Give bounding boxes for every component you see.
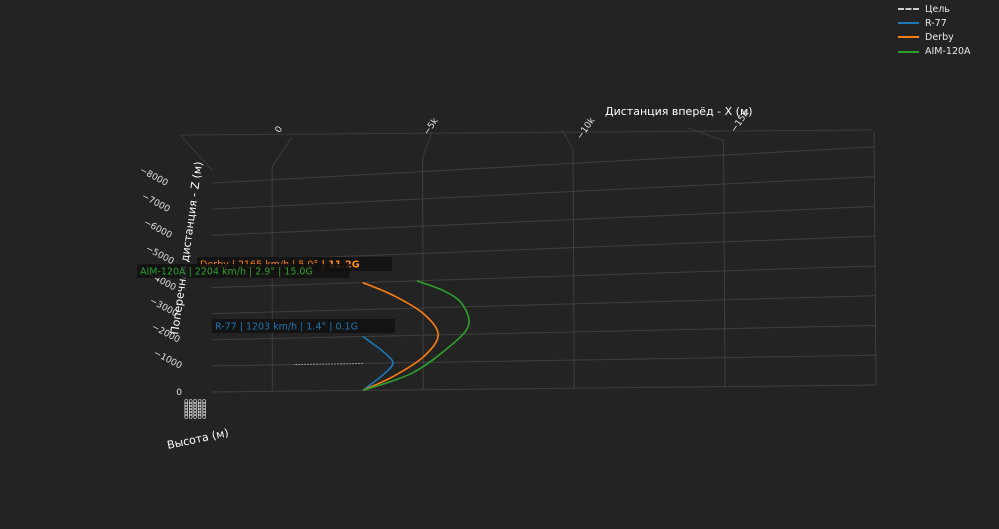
y-tick-label: 0: [176, 388, 182, 398]
grid-line-depth: [271, 136, 293, 167]
grid-line-x: [723, 140, 726, 387]
grid-line-depth: [687, 127, 724, 142]
annotation-text: R-77 | 1203 km/h | 1.4° | 0.1G: [215, 322, 358, 333]
legend: Цель R-77 Derby AIM-120A: [898, 2, 971, 59]
grid-line-z: [211, 295, 876, 315]
z-axis-ticks: 000000000000000000000000000000: [184, 398, 206, 421]
y-axis-title: Поперечная дистанция - Z (м): [168, 161, 205, 336]
grid-line-z: [211, 146, 875, 184]
z-axis-title: Высота (м): [166, 426, 230, 452]
legend-swatch-derby: [898, 36, 919, 39]
y-tick-label: −6000: [142, 218, 174, 241]
grid-line-z: [211, 205, 875, 236]
legend-item-derby[interactable]: Derby: [898, 30, 971, 44]
y-tick-label: −8000: [138, 166, 170, 189]
x-axis-title: Дистанция вперёд - X (м): [605, 105, 753, 118]
y-tick-label: −7000: [140, 192, 172, 215]
annotation-r77: R-77 | 1203 km/h | 1.4° | 0.1G: [212, 319, 395, 333]
grid-line-z: [211, 384, 877, 393]
grid-line-x: [422, 157, 424, 390]
legend-label-aim120a: AIM-120A: [925, 46, 971, 58]
annotation-text: AIM-120A | 2204 km/h | 2.9° | 15.0G: [140, 267, 313, 278]
legend-swatch-target: [898, 8, 919, 11]
z-tick-label: 00000: [184, 413, 206, 421]
x-tick-label: −5k: [422, 116, 441, 138]
3d-scene[interactable]: 0 −5k −10k −15k 0−1000−2000−3000−4000−5000−…: [0, 0, 999, 529]
legend-item-aim120a[interactable]: AIM-120A: [898, 45, 971, 59]
legend-item-target[interactable]: Цель: [898, 2, 971, 16]
legend-swatch-r77: [898, 22, 919, 25]
grid-line-depth: [561, 129, 574, 150]
grid-line-z: [211, 176, 875, 210]
grid-line-x: [572, 149, 575, 389]
grid-line-x: [873, 131, 877, 386]
legend-label-target: Цель: [925, 3, 950, 15]
x-tick-label: −10k: [575, 115, 598, 141]
y-tick-label: −5000: [144, 244, 176, 267]
legend-swatch-aim120a: [898, 50, 919, 53]
annotation-aim120a: AIM-120A | 2204 km/h | 2.9° | 15.0G: [137, 264, 350, 278]
y-tick-label: −1000: [152, 348, 184, 371]
legend-label-derby: Derby: [925, 31, 954, 43]
x-tick-label: 0: [274, 124, 286, 135]
legend-label-r77: R-77: [925, 17, 947, 29]
legend-item-r77[interactable]: R-77: [898, 16, 971, 30]
